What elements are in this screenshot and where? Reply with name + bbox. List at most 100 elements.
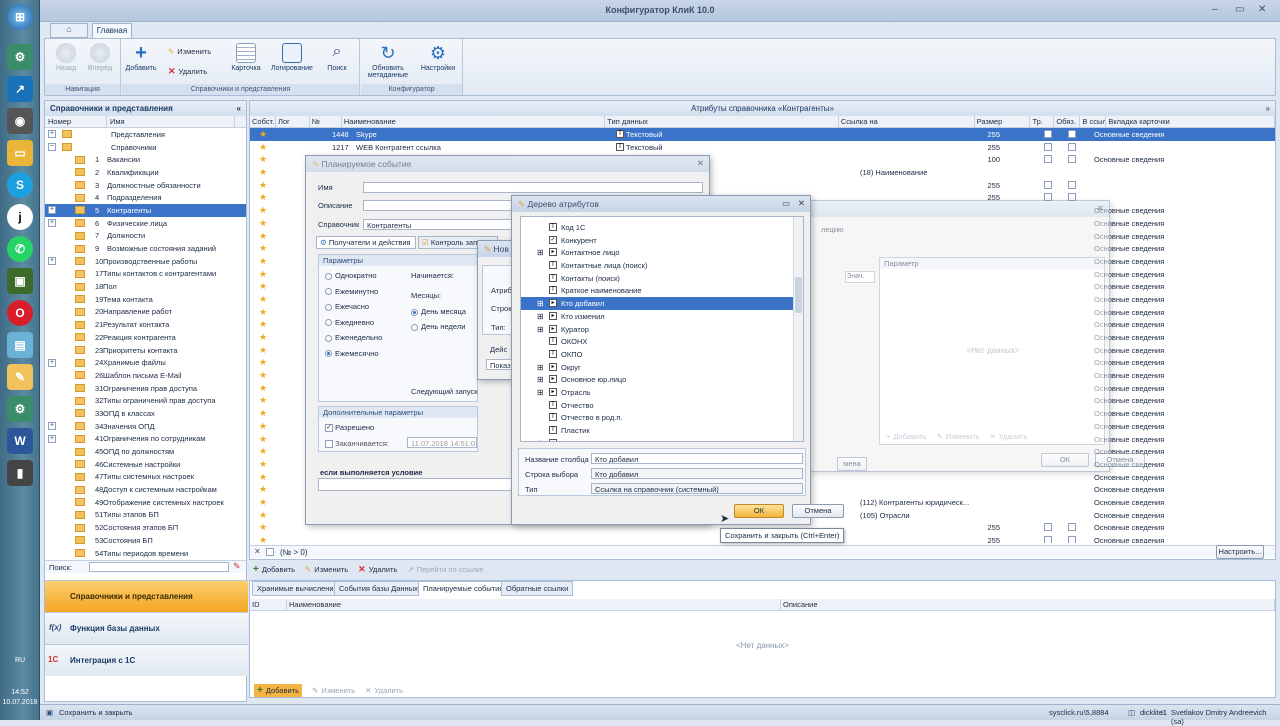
tree-row[interactable]: 49 Отображение системных настроек bbox=[45, 496, 246, 509]
bottom-add-button[interactable]: + Добавить bbox=[254, 684, 302, 697]
logging-button[interactable]: Логирование bbox=[270, 43, 314, 72]
tab-stored-calcs[interactable]: Хранимые вычисления bbox=[252, 581, 343, 596]
period-radio[interactable]: Однократно bbox=[325, 271, 377, 280]
tree-item[interactable]: ⊞ ▸ Кто изменил bbox=[521, 310, 793, 323]
column-name-input[interactable]: Кто добавил bbox=[591, 453, 803, 464]
grid-col-header[interactable]: Ссылка на bbox=[839, 116, 975, 127]
required-checkbox[interactable] bbox=[1044, 536, 1052, 543]
tree-row[interactable]: 33 ОПД в классах bbox=[45, 407, 246, 420]
required-checkbox[interactable] bbox=[1044, 130, 1052, 138]
tab-db-events[interactable]: События базы Данных bbox=[334, 581, 423, 596]
tree-row[interactable]: +5 Контрагенты bbox=[45, 204, 246, 217]
tree-row[interactable]: 48 Доступ к системным настройкам bbox=[45, 483, 246, 496]
tree-item[interactable]: T Краткое наименование bbox=[521, 284, 793, 297]
app-icon-configurator[interactable]: ⚙ bbox=[7, 44, 33, 70]
tree-item[interactable]: ⊞ ▸ Основное юр.лицо bbox=[521, 373, 793, 386]
day-month-radio[interactable]: День месяца bbox=[411, 307, 466, 316]
skype-icon[interactable]: S bbox=[7, 172, 33, 198]
tree-row[interactable]: + Представления bbox=[45, 128, 246, 141]
expand-icon[interactable]: + bbox=[48, 257, 56, 266]
tab-main[interactable]: Главная bbox=[92, 23, 132, 38]
tree-item[interactable]: ⊞ ▸ Контактное лицо bbox=[521, 246, 793, 259]
expand-icon[interactable]: + bbox=[48, 358, 56, 367]
word-icon[interactable]: W bbox=[7, 428, 33, 454]
tree-row[interactable]: 3 Должностные обязанности bbox=[45, 179, 246, 192]
clock-date[interactable]: 10.07.2018 bbox=[0, 698, 40, 707]
tree-item[interactable]: T ОКОНХ bbox=[521, 335, 793, 348]
tree-item[interactable]: ✓ Конкурент bbox=[521, 234, 793, 247]
grid-add-button[interactable]: + Добавить bbox=[253, 564, 295, 575]
required-checkbox[interactable] bbox=[1044, 180, 1052, 189]
expand-icon[interactable]: ⊞ bbox=[537, 439, 544, 441]
day-week-radio[interactable]: День недели bbox=[411, 322, 465, 331]
grid-col-header[interactable]: Тип данных bbox=[605, 116, 839, 127]
tree-row[interactable]: 21 Результат контакта bbox=[45, 318, 246, 331]
save-close-status[interactable]: Сохранить и закрыть bbox=[59, 708, 132, 717]
tree-item[interactable]: T Пластик bbox=[521, 424, 793, 437]
tree-row[interactable]: 46 Системные настройки bbox=[45, 458, 246, 471]
add-button[interactable]: + Добавить bbox=[122, 43, 160, 72]
desc-input[interactable] bbox=[363, 200, 523, 211]
app-icon-arrow[interactable]: ↗ bbox=[7, 76, 33, 102]
app-icon-j[interactable]: j bbox=[7, 204, 33, 230]
tree-item[interactable]: ⊞ ▸ Отрасль bbox=[521, 386, 793, 399]
params-add-button[interactable]: + Добавить bbox=[886, 432, 927, 441]
grid-delete-button[interactable]: ✕ Удалить bbox=[358, 564, 397, 575]
collapse-right-icon[interactable]: » bbox=[1266, 104, 1270, 113]
bg-ok-button[interactable]: ОК bbox=[1041, 453, 1089, 467]
app-icon-notes[interactable]: ▤ bbox=[7, 332, 33, 358]
ok-button[interactable]: ОК bbox=[734, 504, 784, 518]
params-delete-button[interactable]: ✕ Удалить bbox=[990, 432, 1028, 441]
tree-row[interactable]: 26 Шаблон письма E-Mail bbox=[45, 369, 246, 382]
col-number[interactable]: Номер bbox=[45, 116, 107, 127]
period-radio[interactable]: Ежедневно bbox=[325, 318, 374, 327]
bottom-delete-button[interactable]: ✕ Удалить bbox=[365, 686, 403, 695]
in-link-checkbox[interactable] bbox=[1068, 155, 1076, 164]
col-name[interactable]: Наименование bbox=[287, 599, 781, 610]
in-link-checkbox[interactable] bbox=[1068, 130, 1076, 138]
expand-icon[interactable]: + bbox=[48, 434, 56, 443]
col-desc[interactable]: Описание bbox=[781, 599, 1275, 610]
in-link-checkbox[interactable] bbox=[1068, 536, 1076, 543]
required-checkbox[interactable] bbox=[1044, 523, 1052, 532]
period-radio[interactable]: Ежечасно bbox=[325, 302, 369, 311]
tree-row[interactable]: 9 Возможные состояния заданий bbox=[45, 242, 246, 255]
grid-edit-button[interactable]: ✎ Изменить bbox=[305, 565, 348, 574]
language-indicator[interactable]: RU bbox=[0, 656, 40, 665]
delete-button[interactable]: ✕ Удалить bbox=[168, 66, 207, 77]
expand-icon[interactable]: ⊞ bbox=[537, 363, 544, 372]
app-icon-device[interactable]: ▮ bbox=[7, 460, 33, 486]
scroll-thumb[interactable] bbox=[795, 277, 802, 313]
back-button[interactable]: Назад bbox=[47, 43, 85, 72]
in-link-checkbox[interactable] bbox=[1068, 523, 1076, 532]
tree-row[interactable]: 18 Пол bbox=[45, 280, 246, 293]
tree-item[interactable]: T ОКПО bbox=[521, 348, 793, 361]
allowed-checkbox[interactable]: ✓ Разрешено bbox=[325, 423, 374, 433]
search-button[interactable]: ⌕ Поиск bbox=[318, 43, 356, 72]
app-icon-edit[interactable]: ✎ bbox=[7, 364, 33, 390]
tree-item[interactable]: T Отчество в род.п. bbox=[521, 411, 793, 424]
tree-item[interactable]: ⊞ ▸ Куратор bbox=[521, 323, 793, 336]
tree-row[interactable]: 2 Квалификации bbox=[45, 166, 246, 179]
expand-icon[interactable]: + bbox=[48, 206, 56, 215]
goto-link-button[interactable]: ↗ Перейти по ссылке bbox=[407, 565, 483, 574]
tree-item[interactable]: T Контактные лица (поиск) bbox=[521, 259, 793, 272]
expand-icon[interactable]: + bbox=[48, 219, 56, 228]
in-link-checkbox[interactable] bbox=[1068, 142, 1076, 151]
col-id[interactable]: ID bbox=[250, 599, 287, 610]
grid-col-header[interactable]: Тр. bbox=[1030, 116, 1055, 127]
grid-col-header[interactable]: Обяз. bbox=[1054, 116, 1081, 127]
expand-icon[interactable]: − bbox=[48, 143, 56, 152]
period-radio[interactable]: Ежемесячно bbox=[325, 349, 379, 358]
bg-cancel-button[interactable]: Отмена bbox=[1095, 453, 1145, 467]
app-icon-camera[interactable]: ◉ bbox=[7, 108, 33, 134]
tree-item[interactable]: ⊞ ▸ Округ bbox=[521, 361, 793, 374]
grid-col-header[interactable]: Размер bbox=[975, 116, 1031, 127]
tree-row[interactable]: 45 ОПД по должностям bbox=[45, 445, 246, 458]
col-name[interactable]: Имя bbox=[107, 116, 235, 127]
tree-row[interactable]: +34 Значения ОПД bbox=[45, 420, 246, 433]
tree-row[interactable]: 7 Должности bbox=[45, 230, 246, 243]
expand-icon[interactable]: ⊞ bbox=[537, 248, 544, 257]
params-edit-button[interactable]: ✎ Изменить bbox=[937, 432, 980, 441]
table-row[interactable]: ★ 1448 Skype Текстовый 255 Основные сведения T bbox=[250, 128, 1275, 141]
